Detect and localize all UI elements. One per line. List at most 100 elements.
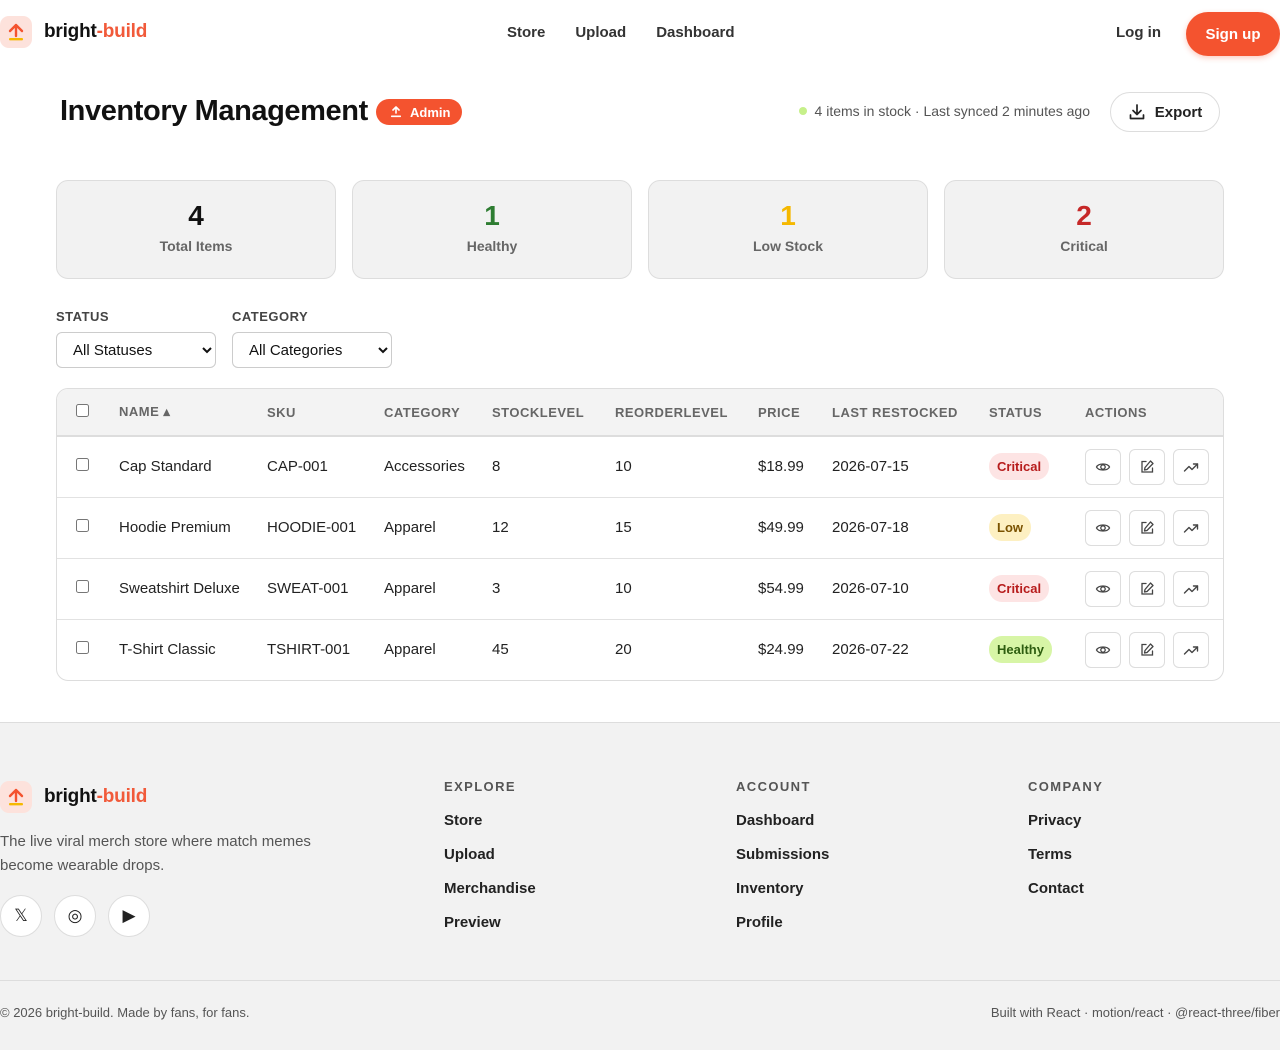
trending-up-icon xyxy=(1183,459,1199,475)
nav-dashboard[interactable]: Dashboard xyxy=(656,24,734,41)
stat-label: Critical xyxy=(1060,238,1108,254)
instagram-icon[interactable]: ◎ xyxy=(54,895,96,937)
social-links: 𝕏 ◎ ▶ xyxy=(0,895,150,937)
eye-button[interactable] xyxy=(1085,570,1121,607)
footer-divider xyxy=(0,980,1280,981)
cell-last-restocked: 2026-07-18 xyxy=(832,519,909,536)
col-last-restocked[interactable]: LAST RESTOCKED xyxy=(832,389,989,436)
cell-stocklevel: 8 xyxy=(492,458,501,476)
export-label: Export xyxy=(1154,103,1203,121)
footer-col-title: COMPANY xyxy=(1028,779,1104,794)
trending-up-icon xyxy=(1183,642,1199,658)
trending-up-button[interactable] xyxy=(1173,570,1209,607)
edit-button[interactable] xyxy=(1129,631,1165,668)
footer-link-merchandise[interactable]: Merchandise xyxy=(444,880,536,897)
table-header-row: NAME ▴ SKU CATEGORY STOCKLEVEL REORDERLE… xyxy=(57,389,1223,436)
cell-price: $54.99 xyxy=(758,580,804,597)
status-badge: Healthy xyxy=(989,636,1052,664)
youtube-icon[interactable]: ▶ xyxy=(108,895,150,937)
filters: STATUS All Statuses CATEGORY All Categor… xyxy=(56,309,392,368)
upload-arrow-icon xyxy=(0,781,32,813)
footer-link-profile[interactable]: Profile xyxy=(736,914,829,931)
col-actions: ACTIONS xyxy=(1085,404,1147,420)
col-price[interactable]: PRICE xyxy=(758,389,832,436)
table-row: Cap Standard CAP-001 Accessories 8 10 $1… xyxy=(57,436,1223,497)
footer-link-store[interactable]: Store xyxy=(444,812,536,829)
category-select[interactable]: All Categories xyxy=(232,332,392,368)
stat-value: 1 xyxy=(780,200,796,231)
admin-badge: Admin xyxy=(376,99,463,125)
site-footer: bright-build The live viral merch store … xyxy=(0,722,1280,1050)
copyright-text: © 2026 bright-build. Made by fans, for f… xyxy=(0,1005,250,1020)
footer-link-dashboard[interactable]: Dashboard xyxy=(736,812,829,829)
trending-up-button[interactable] xyxy=(1173,631,1209,668)
row-actions xyxy=(1085,570,1223,607)
cell-stocklevel: 12 xyxy=(492,519,509,536)
footer-link-preview[interactable]: Preview xyxy=(444,914,536,931)
row-checkbox[interactable] xyxy=(76,580,89,593)
row-checkbox[interactable] xyxy=(76,519,89,532)
footer-link-upload[interactable]: Upload xyxy=(444,846,536,863)
status-badge: Low xyxy=(989,514,1031,541)
cell-category: Apparel xyxy=(384,641,436,659)
edit-button[interactable] xyxy=(1129,448,1165,485)
footer-link-inventory[interactable]: Inventory xyxy=(736,880,829,897)
footer-col-company: COMPANY Privacy Terms Contact xyxy=(1028,779,1103,914)
col-reorderlevel[interactable]: REORDERLEVEL xyxy=(615,389,758,436)
col-sku[interactable]: SKU xyxy=(267,389,384,436)
nav-store[interactable]: Store xyxy=(507,24,545,41)
table-row: T-Shirt Classic TSHIRT-001 Apparel 45 20… xyxy=(57,619,1223,680)
stat-critical: 2 Critical xyxy=(944,180,1224,279)
row-checkbox[interactable] xyxy=(76,458,89,472)
status-select[interactable]: All Statuses xyxy=(56,332,216,368)
cell-sku: CAP-001 xyxy=(267,458,328,476)
footer-brand-logo[interactable]: bright-build xyxy=(0,781,147,813)
stat-label: Low Stock xyxy=(752,238,823,254)
admin-badge-label: Admin xyxy=(410,104,451,120)
export-button[interactable]: Export xyxy=(1110,92,1220,132)
cell-last-restocked: 2026-07-22 xyxy=(832,641,909,659)
eye-button[interactable] xyxy=(1085,448,1121,485)
col-category[interactable]: CATEGORY xyxy=(384,389,492,436)
main-nav: Store Upload Dashboard xyxy=(507,24,735,41)
trending-up-button[interactable] xyxy=(1173,509,1209,546)
edit-icon xyxy=(1139,581,1155,597)
upload-arrow-icon xyxy=(0,16,32,48)
footer-link-submissions[interactable]: Submissions xyxy=(736,846,829,863)
footer-col-explore: EXPLORE Store Upload Merchandise Preview xyxy=(444,779,536,948)
eye-button[interactable] xyxy=(1085,509,1121,546)
cell-name: Hoodie Premium xyxy=(119,519,231,536)
upload-arrow-icon xyxy=(391,106,401,118)
top-header: bright-build Store Upload Dashboard Log … xyxy=(0,0,1280,68)
category-filter-label: CATEGORY xyxy=(232,309,309,324)
footer-link-privacy[interactable]: Privacy xyxy=(1028,812,1103,829)
col-status[interactable]: STATUS xyxy=(989,389,1085,436)
footer-col-title: ACCOUNT xyxy=(736,779,811,794)
row-checkbox[interactable] xyxy=(76,641,89,655)
cell-sku: HOODIE-001 xyxy=(267,519,357,536)
edit-button[interactable] xyxy=(1129,570,1165,607)
table-row: Hoodie Premium HOODIE-001 Apparel 12 15 … xyxy=(57,497,1223,558)
select-all-checkbox[interactable] xyxy=(76,404,89,417)
login-link[interactable]: Log in xyxy=(1116,24,1161,41)
trending-up-button[interactable] xyxy=(1173,448,1209,485)
nav-upload[interactable]: Upload xyxy=(575,24,626,41)
cell-category: Apparel xyxy=(384,580,436,597)
x-icon[interactable]: 𝕏 xyxy=(0,895,42,937)
cell-price: $18.99 xyxy=(758,458,804,476)
eye-icon xyxy=(1095,520,1111,536)
col-name[interactable]: NAME ▴ xyxy=(119,389,267,436)
sync-status: 4 items in stock · Last synced 2 minutes… xyxy=(798,103,1090,119)
stat-value: 2 xyxy=(1076,200,1092,231)
footer-link-contact[interactable]: Contact xyxy=(1028,880,1103,897)
signup-button[interactable]: Sign up xyxy=(1186,12,1280,56)
col-stocklevel[interactable]: STOCKLEVEL xyxy=(492,389,615,436)
brand-logo-link[interactable]: bright-build xyxy=(0,16,147,48)
edit-button[interactable] xyxy=(1129,509,1165,546)
eye-icon xyxy=(1095,459,1111,475)
footer-link-terms[interactable]: Terms xyxy=(1028,846,1103,863)
stat-low-stock: 1 Low Stock xyxy=(648,180,928,279)
eye-button[interactable] xyxy=(1085,631,1121,668)
cell-last-restocked: 2026-07-10 xyxy=(832,580,909,597)
stat-label: Healthy xyxy=(466,238,518,254)
